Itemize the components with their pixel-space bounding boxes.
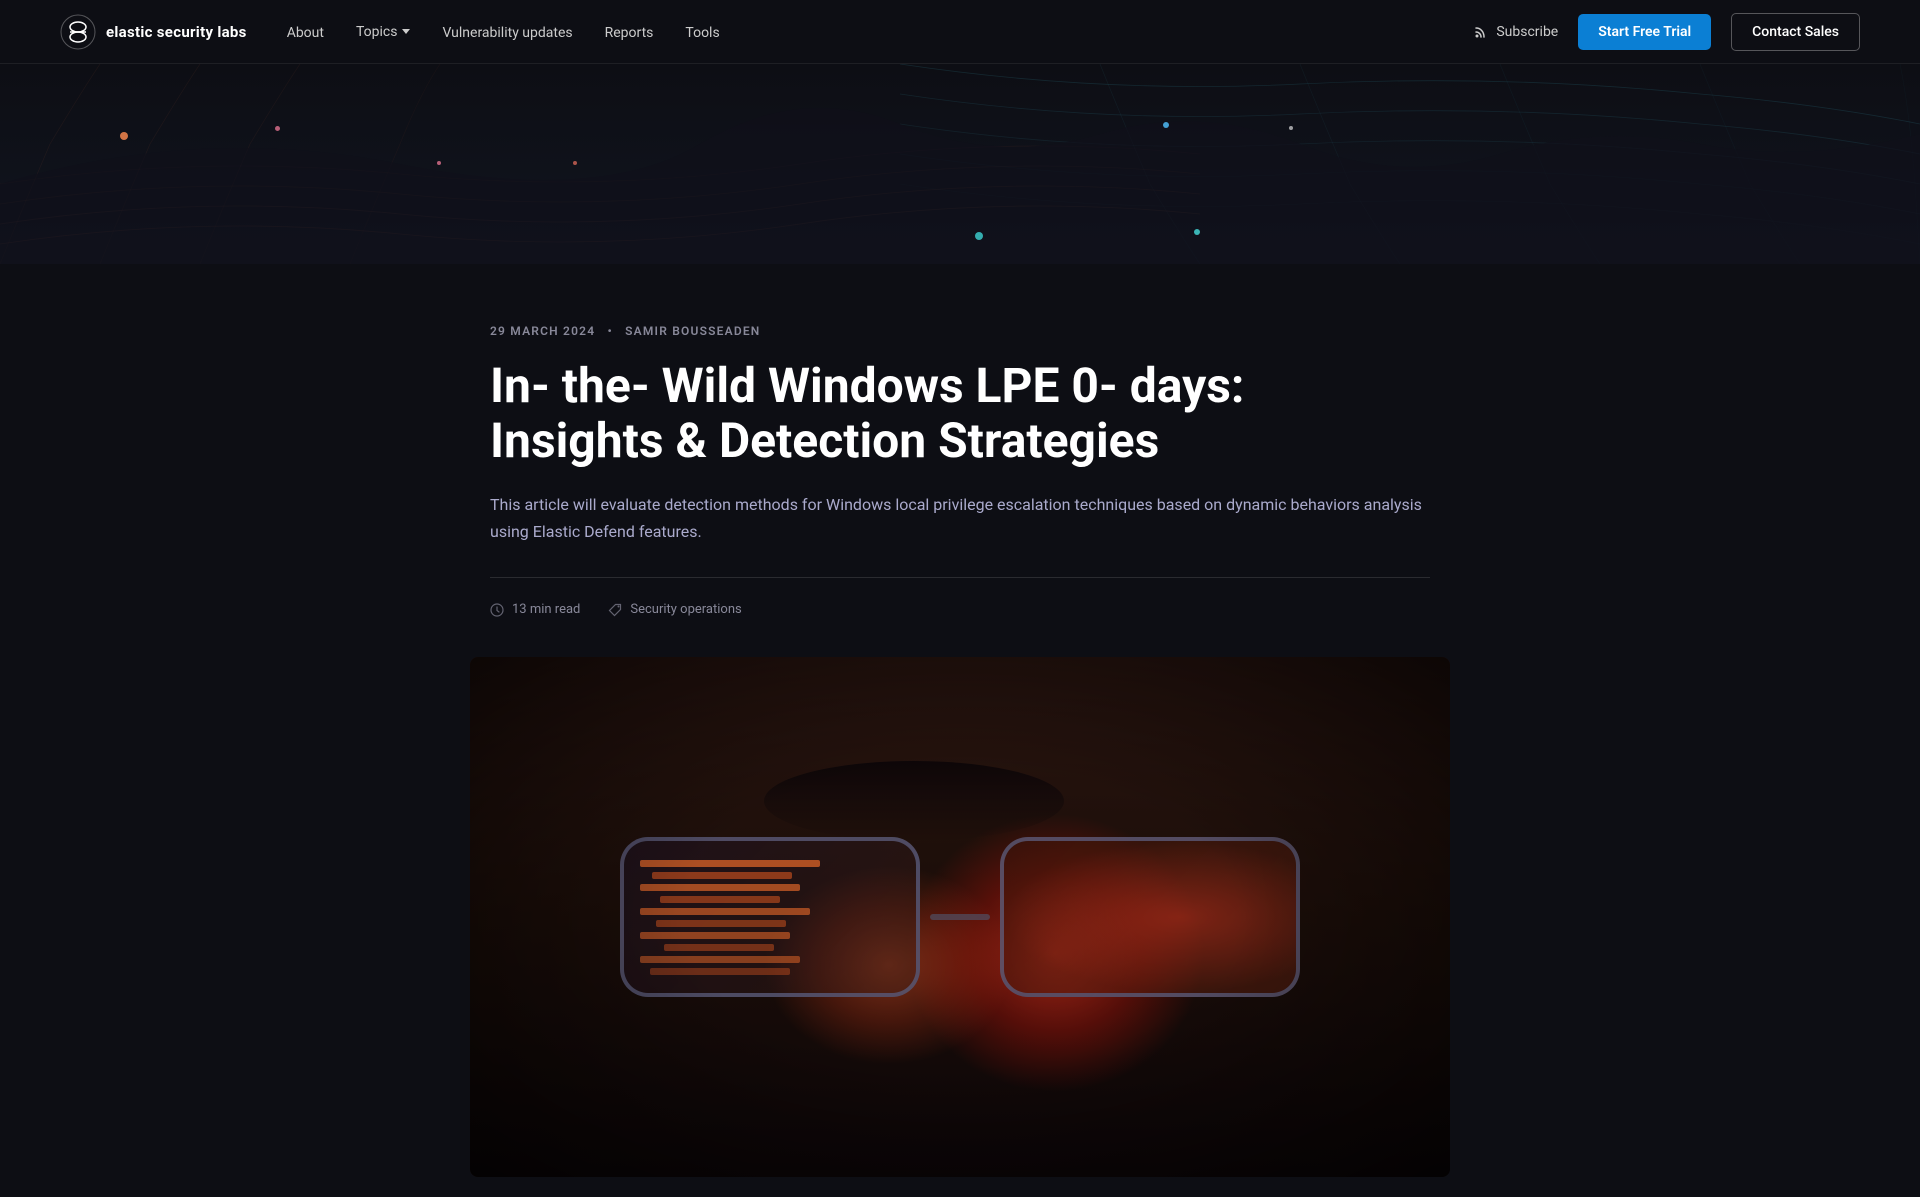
nav-left: elastic security labs About Topics Vulne…	[60, 14, 720, 50]
article-hero-image	[470, 657, 1450, 1177]
subscribe-label: Subscribe	[1496, 24, 1558, 40]
article-author: SAMIR BOUSSEADEN	[625, 324, 760, 338]
dot-pink-2	[437, 161, 441, 165]
article-divider	[490, 577, 1430, 578]
dot-orange-1	[120, 132, 128, 140]
elastic-logo-icon	[60, 14, 96, 50]
nav-links: About Topics Vulnerability updates Repor…	[287, 22, 720, 41]
reports-link[interactable]: Reports	[605, 25, 654, 41]
read-time-stat: 13 min read	[490, 602, 580, 617]
nav-item-vulnerability[interactable]: Vulnerability updates	[442, 22, 572, 41]
about-link[interactable]: About	[287, 25, 324, 41]
article-date: 29 MARCH 2024	[490, 324, 595, 338]
tag-label[interactable]: Security operations	[630, 602, 741, 617]
nav-item-about[interactable]: About	[287, 22, 324, 41]
article-stats: 13 min read Security operations	[490, 602, 1430, 617]
article-description: This article will evaluate detection met…	[490, 492, 1430, 545]
article-meta: 29 MARCH 2024 • SAMIR BOUSSEADEN	[490, 324, 1430, 338]
nav-item-reports[interactable]: Reports	[605, 22, 654, 41]
topics-dropdown[interactable]: Topics	[356, 24, 410, 40]
nav-item-tools[interactable]: Tools	[685, 22, 719, 41]
nav-item-topics[interactable]: Topics	[356, 24, 410, 40]
dot-pink-3	[573, 161, 577, 165]
topics-link[interactable]: Topics	[356, 24, 397, 40]
tools-link[interactable]: Tools	[685, 25, 719, 41]
tag-icon	[608, 603, 622, 617]
contact-sales-button[interactable]: Contact Sales	[1731, 13, 1860, 51]
dot-blue-2	[1194, 229, 1200, 235]
vignette	[470, 657, 1450, 1177]
subscribe-link[interactable]: Subscribe	[1474, 24, 1558, 40]
navbar: elastic security labs About Topics Vulne…	[0, 0, 1920, 64]
topics-chevron-icon	[402, 29, 410, 34]
dot-pink-1	[275, 126, 280, 131]
wave-mesh-svg	[0, 64, 1920, 264]
meta-separator: •	[607, 324, 612, 338]
logo-link[interactable]: elastic security labs	[60, 14, 247, 50]
dot-white-1	[1289, 126, 1293, 130]
vulnerability-updates-link[interactable]: Vulnerability updates	[442, 25, 572, 41]
start-trial-button[interactable]: Start Free Trial	[1578, 14, 1711, 50]
nav-right: Subscribe Start Free Trial Contact Sales	[1474, 13, 1860, 51]
read-time-label: 13 min read	[512, 602, 580, 617]
dot-blue-3	[975, 232, 983, 240]
article-title: In‑ the‑ Wild Windows LPE 0‑ days: Insig…	[490, 358, 1390, 468]
clock-icon	[490, 603, 504, 617]
tag-stat[interactable]: Security operations	[608, 602, 741, 617]
logo-text: elastic security labs	[106, 23, 247, 41]
article-container: 29 MARCH 2024 • SAMIR BOUSSEADEN In‑ the…	[470, 264, 1450, 617]
dot-blue-1	[1163, 122, 1169, 128]
article-image-wrapper	[470, 657, 1450, 1177]
rss-icon	[1474, 25, 1488, 39]
hero-banner	[0, 64, 1920, 264]
